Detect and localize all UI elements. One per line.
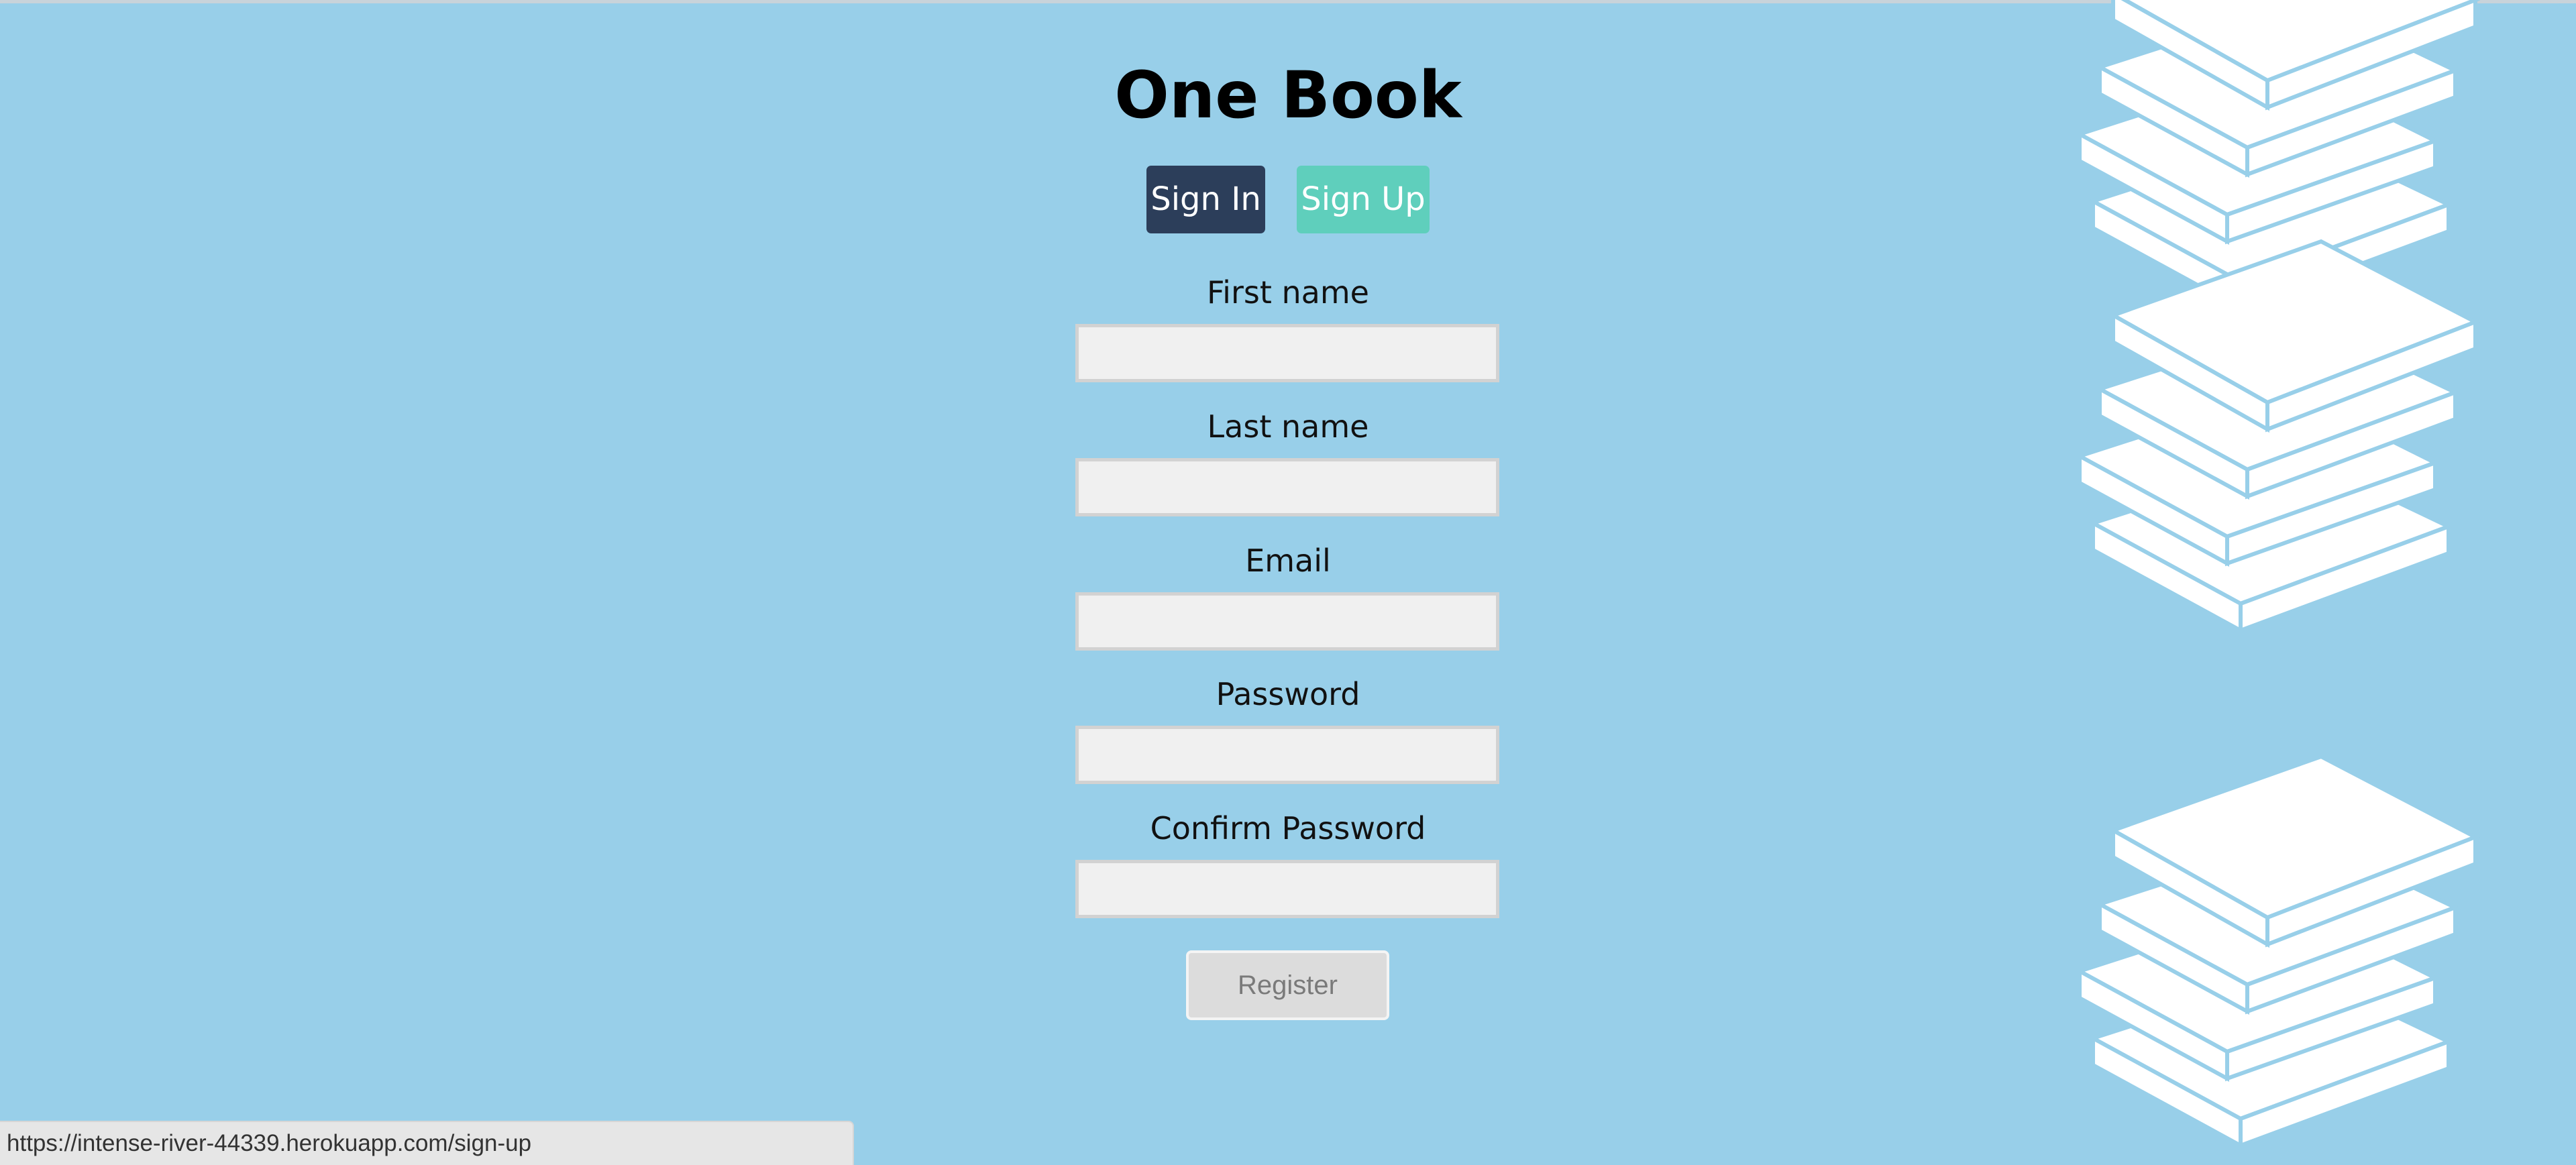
first-name-field[interactable] [1075, 324, 1499, 382]
book-stack-icon [2074, 239, 2481, 630]
tab-sign-up[interactable]: Sign Up [1297, 166, 1430, 233]
last-name-field[interactable] [1075, 458, 1499, 516]
tab-sign-in[interactable]: Sign In [1146, 166, 1265, 233]
register-button[interactable]: Register [1186, 950, 1389, 1020]
email-field[interactable] [1075, 592, 1499, 651]
status-bar-url: https://intense-river-44339.herokuapp.co… [0, 1121, 854, 1165]
book-stack-icon [2074, 754, 2481, 1146]
confirm-password-field[interactable] [1075, 860, 1499, 918]
password-field[interactable] [1075, 726, 1499, 784]
